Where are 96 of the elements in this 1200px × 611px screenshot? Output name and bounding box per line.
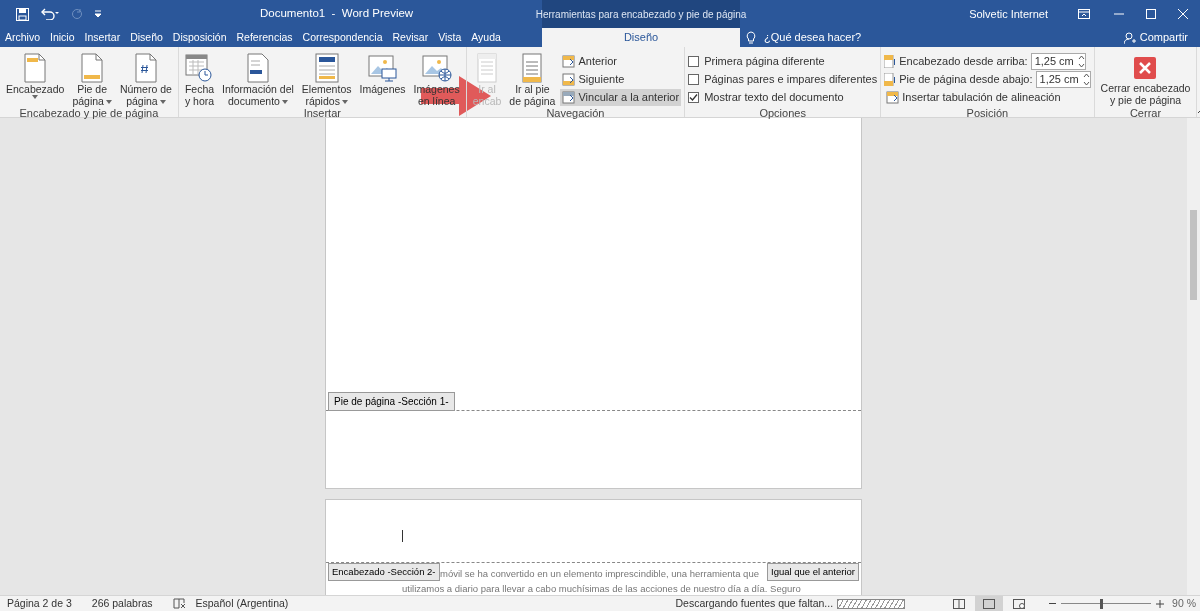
checkbox[interactable] [688, 74, 700, 85]
checkbox[interactable] [688, 92, 700, 103]
close-icon [1134, 56, 1157, 79]
ribbon-tab[interactable]: Referencias [231, 28, 298, 47]
document-info-icon [245, 53, 270, 83]
go-to-footer-icon [520, 53, 545, 83]
body-text: móvil se ha convertido en un elemento imprescindible, una herramienta que [440, 567, 759, 581]
user-name[interactable]: Solvetic Internet [969, 5, 1048, 23]
link-icon [562, 91, 576, 104]
zoom-slider[interactable] [1061, 598, 1152, 609]
ribbon-button[interactable]: Información del documento [219, 49, 297, 106]
person-icon [1123, 31, 1136, 44]
language[interactable]: Español (Argentina) [185, 595, 289, 611]
group-label: Opciones [758, 106, 807, 120]
page-number-icon [133, 53, 158, 83]
ribbon-tab[interactable]: Inicio [45, 28, 80, 47]
lightbulb-icon [746, 31, 756, 44]
group-label: Cerrar [1128, 106, 1163, 120]
checkbox-label: Primera página diferente [704, 54, 825, 70]
calendar-clock-icon [185, 53, 214, 83]
header-icon [23, 53, 48, 83]
tell-me-field[interactable]: ¿Qué desea hacer? [764, 29, 862, 46]
ribbon-button[interactable]: Encabezado [3, 49, 68, 106]
ribbon-tab[interactable]: Ayuda [466, 28, 506, 47]
footer-tag: Pie de página -Sección 1- [328, 392, 455, 411]
proofing-icon[interactable] [172, 598, 186, 609]
previous-icon [562, 55, 576, 68]
ribbon-tab[interactable]: Diseño [125, 28, 168, 47]
link-tag: Igual que el anterior [767, 563, 859, 582]
zoom-level[interactable]: 90 % [1164, 595, 1200, 611]
footer-icon [80, 53, 105, 83]
checkbox[interactable] [688, 56, 700, 67]
ribbon-button[interactable]: Vincular a la anterior [560, 89, 682, 106]
header-position-icon [884, 55, 897, 68]
undo-icon[interactable] [40, 8, 60, 20]
ribbon-button[interactable]: Imágenes [356, 49, 409, 106]
ribbon-button[interactable]: Elementos rápidos [298, 49, 355, 106]
ribbon-button[interactable]: Cerrar encabezado y pie de página [1097, 49, 1194, 106]
checkbox-label: Mostrar texto del documento [704, 90, 844, 106]
book-icon [953, 598, 966, 609]
group-label: Navegación [545, 107, 606, 120]
group-label: Insertar [302, 107, 342, 120]
body-text: utilizamos a diario para llevar a cabo muchísimas de las acciones de nuestro día a día. Seguro [402, 582, 801, 595]
ribbon-button[interactable]: Anterior [560, 53, 682, 70]
zoom-in-icon[interactable] [1156, 599, 1165, 608]
header-tag: Encabezado -Sección 2- [328, 563, 440, 582]
spinner-label: Encabezado desde arriba: [899, 54, 1028, 70]
ribbon-tab[interactable]: Disposición [167, 28, 232, 47]
context-tab[interactable]: Diseño [542, 28, 740, 47]
print-layout-button[interactable] [975, 596, 1004, 611]
tab-icon [886, 91, 900, 104]
ribbon-button[interactable]: Número de página [116, 49, 175, 106]
caret-icon [105, 100, 112, 105]
caret-icon [341, 100, 348, 105]
word-count[interactable]: 266 palabras [91, 595, 173, 611]
save-icon[interactable] [16, 7, 29, 21]
customize-icon[interactable] [94, 10, 102, 18]
maximize-icon[interactable] [1146, 9, 1156, 19]
group-label: Encabezado y pie de página [18, 107, 160, 120]
checkbox-label: Páginas pares e impares diferentes [704, 72, 878, 88]
checkmark-icon [689, 93, 699, 102]
go-to-header-icon [475, 53, 499, 83]
ribbon-tab[interactable]: Revisar [387, 28, 434, 47]
next-icon [562, 73, 576, 86]
spin-arrows-icon [1082, 73, 1090, 86]
download-status: Descargando fuentes que faltan... [675, 595, 835, 611]
close-icon[interactable] [1178, 9, 1188, 19]
page-count[interactable]: Página 2 de 3 [0, 595, 92, 611]
scrollbar[interactable] [1187, 118, 1200, 595]
group-label: Posición [965, 106, 1010, 120]
window-title: Documento1 - Word Preview [260, 6, 414, 22]
context-group-title: Herramientas para encabezado y pie de página [535, 7, 747, 22]
page-icon [983, 598, 996, 609]
ribbon-button[interactable]: Pie de página [69, 49, 115, 106]
ribbon-tab[interactable]: Vista [433, 28, 467, 47]
online-image-icon [421, 53, 452, 83]
ribbon-button[interactable]: Ir al pie de página [506, 49, 559, 106]
spinner-label: Pie de página desde abajo: [899, 72, 1033, 88]
spin-arrows-icon [1077, 55, 1085, 68]
ribbon-tab[interactable]: Archivo [0, 28, 45, 47]
text-cursor [402, 530, 403, 542]
ribbon-tab[interactable]: Insertar [79, 28, 126, 47]
ribbon-tab[interactable]: Correspondencia [297, 28, 388, 47]
image-icon [367, 53, 398, 83]
caret-icon [159, 100, 166, 105]
caret-icon [32, 95, 39, 99]
caret-icon [281, 100, 288, 105]
spinner-field[interactable]: 1,25 cm [1035, 71, 1091, 88]
ribbon-display-icon[interactable] [1078, 9, 1090, 19]
footer-position-icon [884, 73, 897, 86]
ribbon-button[interactable]: Insertar tabulación de alineación [884, 89, 1091, 106]
spinner-field[interactable]: 1,25 cm [1030, 53, 1086, 70]
ribbon-button[interactable]: Fecha y hora [181, 49, 218, 106]
quick-parts-icon [313, 53, 340, 83]
share-button[interactable]: Compartir [1123, 29, 1188, 46]
ribbon-button[interactable]: Siguiente [560, 71, 682, 88]
